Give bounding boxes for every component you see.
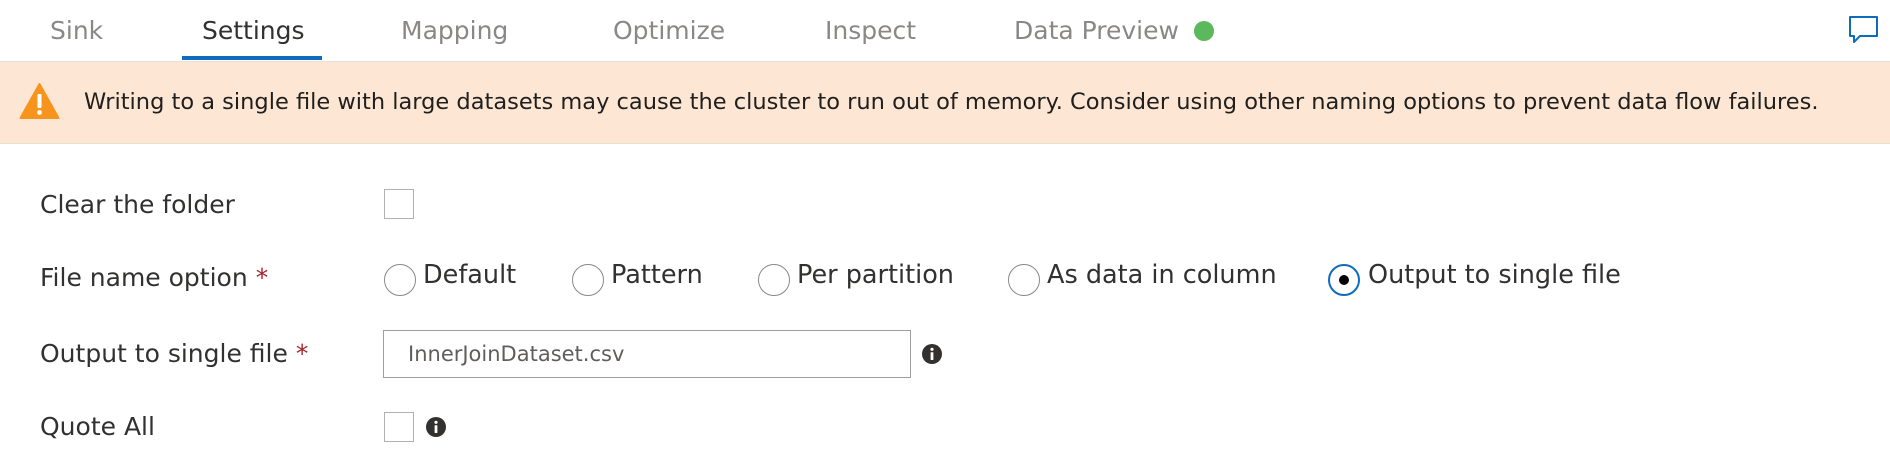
info-icon[interactable] <box>425 416 447 438</box>
tab-mapping[interactable]: Mapping <box>401 0 508 61</box>
radio-pattern-label[interactable]: Pattern <box>611 260 703 290</box>
quote-all-checkbox[interactable] <box>384 412 414 442</box>
active-tab-indicator <box>182 56 322 60</box>
tab-settings[interactable]: Settings <box>202 0 305 61</box>
warning-triangle-icon <box>19 83 60 119</box>
quote-all-label: Quote All <box>40 412 155 441</box>
warning-message: Writing to a single file with large data… <box>84 89 1819 115</box>
required-asterisk: * <box>295 339 309 368</box>
output-file-name-input[interactable] <box>383 330 911 378</box>
radio-output-to-single-file[interactable] <box>1328 264 1360 296</box>
tab-inspect[interactable]: Inspect <box>825 0 916 61</box>
sink-settings-panel: Sink Settings Mapping Optimize Inspect D… <box>0 0 1890 475</box>
radio-default[interactable] <box>384 264 416 296</box>
output-single-file-label: Output to single file * <box>40 339 309 368</box>
clear-folder-checkbox[interactable] <box>384 189 414 219</box>
clear-folder-label: Clear the folder <box>40 190 235 219</box>
tab-optimize[interactable]: Optimize <box>613 0 725 61</box>
data-preview-status-dot <box>1194 21 1214 41</box>
radio-per-partition-label[interactable]: Per partition <box>797 260 954 290</box>
radio-as-data-in-column[interactable] <box>1008 264 1040 296</box>
feedback-chat-icon[interactable] <box>1847 13 1880 46</box>
tab-bar: Sink Settings Mapping Optimize Inspect D… <box>0 0 1890 62</box>
radio-output-to-single-file-label[interactable]: Output to single file <box>1368 260 1621 290</box>
tab-data-preview[interactable]: Data Preview <box>1014 0 1179 61</box>
radio-pattern[interactable] <box>572 264 604 296</box>
radio-as-data-in-column-label[interactable]: As data in column <box>1047 260 1277 290</box>
warning-banner: Writing to a single file with large data… <box>0 62 1890 144</box>
required-asterisk: * <box>255 263 269 292</box>
info-icon[interactable] <box>921 343 943 365</box>
tab-sink[interactable]: Sink <box>50 0 103 61</box>
radio-default-label[interactable]: Default <box>423 260 516 290</box>
radio-per-partition[interactable] <box>758 264 790 296</box>
file-name-option-label: File name option * <box>40 263 269 292</box>
